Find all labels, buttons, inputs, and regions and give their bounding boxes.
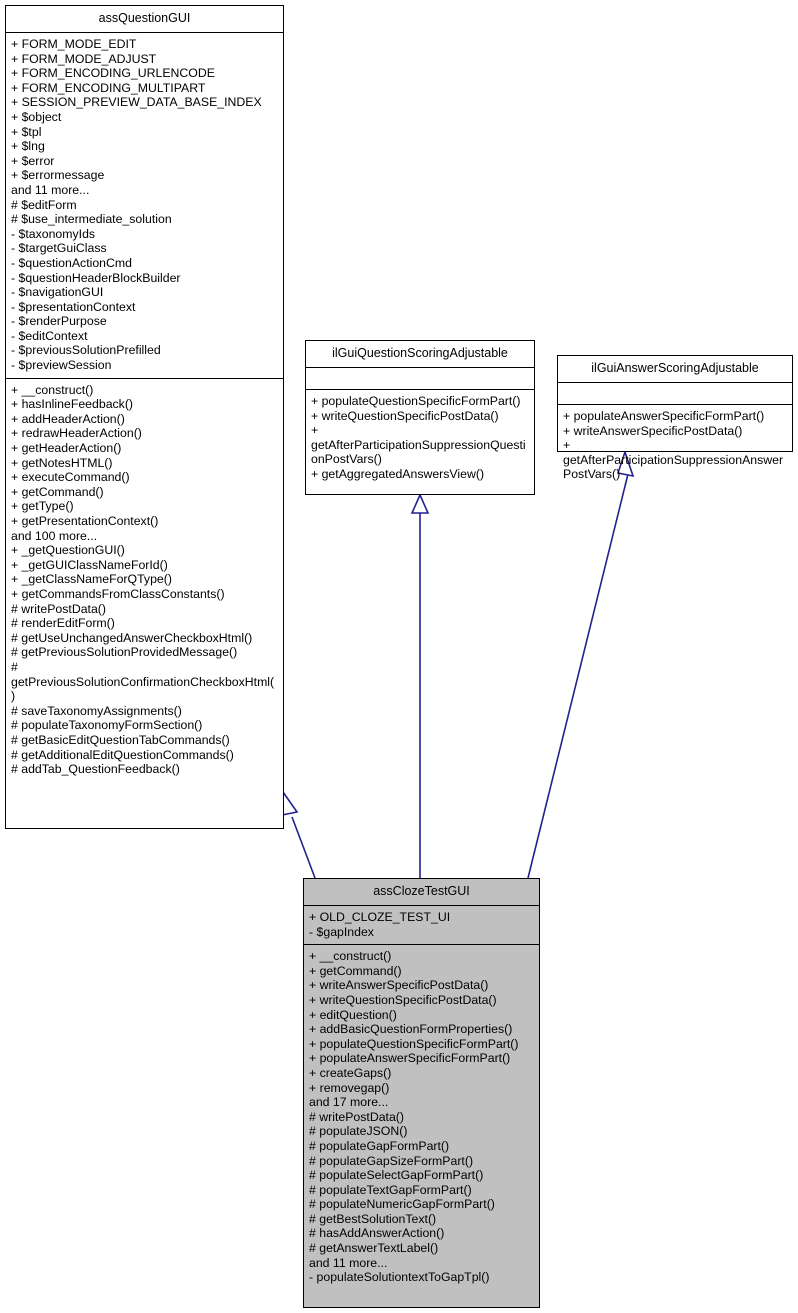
attribute-item: + FORM_MODE_ADJUST xyxy=(11,51,157,66)
attribute-item: # $editForm xyxy=(11,197,77,212)
attribute-item: # $use_intermediate_solution xyxy=(11,212,172,227)
method-item: # populateTaxonomyFormSection() xyxy=(11,718,203,733)
method-item: # hasAddAnswerAction() xyxy=(309,1226,445,1241)
edge-assclozetestgui-to-assquestiongui xyxy=(281,789,316,879)
class-box-ilguianswerscoringadjustable[interactable]: ilGuiAnswerScoringAdjustable + populateA… xyxy=(557,355,793,481)
method-item: # populateGapSizeFormPart() xyxy=(309,1153,474,1168)
class-title-assquestiongui: assQuestionGUI xyxy=(6,6,283,33)
attribute-item: - $previousSolutionPrefilled xyxy=(11,343,161,358)
method-item: + getAggregatedAnswersView() xyxy=(311,466,485,481)
attribute-item: - $gapIndex xyxy=(309,924,374,939)
attribute-item: - $taxonomyIds xyxy=(11,226,96,241)
attribute-item: - $questionHeaderBlockBuilder xyxy=(11,270,181,285)
class-title-ilguiquestionscoringadjustable: ilGuiQuestionScoringAdjustable xyxy=(306,341,534,368)
attribute-item: + OLD_CLOZE_TEST_UI xyxy=(309,910,451,924)
attribute-item: - $previewSession xyxy=(11,358,112,373)
class-title-ilguianswerscoringadjustable: ilGuiAnswerScoringAdjustable xyxy=(558,356,792,383)
attribute-item: - $navigationGUI xyxy=(11,285,104,300)
method-item: + _getClassNameForQType() xyxy=(11,572,172,587)
class-attributes-assclozetestgui: + OLD_CLOZE_TEST_UI - $gapIndex xyxy=(304,906,539,946)
attribute-item: + $errormessage xyxy=(11,168,105,183)
class-attributes-ilguiquestionscoringadjustable xyxy=(306,368,534,390)
method-item: + getPresentationContext() xyxy=(11,514,159,528)
attribute-item: + $error xyxy=(11,153,55,168)
method-item: # getAdditionalEditQuestionCommands() xyxy=(11,747,234,762)
method-item: # getBasicEditQuestionTabCommands() xyxy=(11,732,230,747)
method-item: # addTab_QuestionFeedback() xyxy=(11,762,180,777)
method-item: + writeAnswerSpecificPostData() xyxy=(309,978,489,993)
method-item: + populateAnswerSpecificFormPart() xyxy=(309,1051,511,1066)
method-item: + writeQuestionSpecificPostData() xyxy=(311,408,499,423)
method-item: # getPreviousSolutionProvidedMessage() xyxy=(11,645,238,660)
method-item: # populateGapFormPart() xyxy=(309,1138,450,1153)
class-box-assquestiongui[interactable]: assQuestionGUI + FORM_MODE_EDIT + FORM_M… xyxy=(5,5,284,829)
method-item: + getCommand() xyxy=(11,484,104,499)
class-attributes-ilguianswerscoringadjustable xyxy=(558,383,792,405)
class-methods-assclozetestgui: + __construct() + getCommand() + writeAn… xyxy=(304,945,539,1290)
method-item: + _getGUIClassNameForId() xyxy=(11,557,168,572)
attribute-item: + SESSION_PREVIEW_DATA_BASE_INDEX xyxy=(11,95,262,110)
method-item: + _getQuestionGUI() xyxy=(11,543,125,558)
method-item: and 17 more... xyxy=(309,1095,389,1110)
method-item: + addHeaderAction() xyxy=(11,411,125,426)
method-item: - populateSolutiontextToGapTpl() xyxy=(309,1270,490,1285)
method-item: + writeAnswerSpecificPostData() xyxy=(563,423,743,438)
method-item: # getPreviousSolutionConfirmationCheckbo… xyxy=(11,659,275,704)
attribute-item: - $renderPurpose xyxy=(11,314,107,329)
class-box-assclozetestgui[interactable]: assClozeTestGUI + OLD_CLOZE_TEST_UI - $g… xyxy=(303,878,540,1308)
method-item: + removegap() xyxy=(309,1080,390,1095)
attribute-item: + $tpl xyxy=(11,124,42,139)
method-item: + getCommandsFromClassConstants() xyxy=(11,586,225,601)
attribute-item: - $questionActionCmd xyxy=(11,255,132,270)
class-title-assclozetestgui: assClozeTestGUI xyxy=(304,879,539,906)
method-item: + populateQuestionSpecificFormPart() xyxy=(311,394,521,408)
method-item: + __construct() xyxy=(11,382,94,397)
attribute-item: + FORM_MODE_EDIT xyxy=(11,37,137,51)
attribute-item: + $object xyxy=(11,109,62,124)
method-item: + redrawHeaderAction() xyxy=(11,426,142,441)
method-item: + getNotesHTML() xyxy=(11,455,113,470)
method-item: # renderEditForm() xyxy=(11,616,115,631)
edge-assclozetestgui-to-ilguiquestionscoringadjustable xyxy=(410,493,430,878)
class-box-ilguiquestionscoringadjustable[interactable]: ilGuiQuestionScoringAdjustable + populat… xyxy=(305,340,535,495)
method-item: # getBestSolutionText() xyxy=(309,1211,437,1226)
attribute-item: - $targetGuiClass xyxy=(11,241,107,256)
method-item: + editQuestion() xyxy=(309,1007,397,1022)
method-item: # getAnswerTextLabel() xyxy=(309,1241,439,1256)
method-item: + createGaps() xyxy=(309,1065,392,1080)
method-item: # writePostData() xyxy=(309,1109,404,1124)
attribute-item: and 11 more... xyxy=(11,182,90,197)
method-item: # getUseUnchangedAnswerCheckboxHtml() xyxy=(11,630,253,645)
attribute-item: + FORM_ENCODING_URLENCODE xyxy=(11,66,215,81)
method-item: + getAfterParticipationSuppressionQuesti… xyxy=(311,423,526,467)
method-item: + populateAnswerSpecificFormPart() xyxy=(563,409,765,423)
method-item: + writeQuestionSpecificPostData() xyxy=(309,992,497,1007)
class-attributes-assquestiongui: + FORM_MODE_EDIT + FORM_MODE_ADJUST + FO… xyxy=(6,33,283,379)
method-item: + getType() xyxy=(11,499,74,514)
attribute-item: - $editContext xyxy=(11,328,88,343)
class-methods-ilguiquestionscoringadjustable: + populateQuestionSpecificFormPart() + w… xyxy=(306,390,534,487)
method-item: + getAfterParticipationSuppressionAnswer… xyxy=(563,438,784,482)
method-item: + executeCommand() xyxy=(11,470,130,485)
method-item: # populateSelectGapFormPart() xyxy=(309,1168,484,1183)
method-item: # populateNumericGapFormPart() xyxy=(309,1197,495,1212)
method-item: + getCommand() xyxy=(309,963,402,978)
method-item: # populateTextGapFormPart() xyxy=(309,1182,472,1197)
method-item: + addBasicQuestionFormProperties() xyxy=(309,1022,513,1037)
method-item: + __construct() xyxy=(309,949,392,964)
attribute-item: + FORM_ENCODING_MULTIPART xyxy=(11,80,206,95)
method-item: and 11 more... xyxy=(309,1255,388,1270)
class-methods-ilguianswerscoringadjustable: + populateAnswerSpecificFormPart() + wri… xyxy=(558,405,792,487)
method-item: + hasInlineFeedback() xyxy=(11,397,134,412)
attribute-item: - $presentationContext xyxy=(11,299,136,314)
attribute-item: + $lng xyxy=(11,139,45,154)
method-item: and 100 more... xyxy=(11,528,98,543)
method-item: + getHeaderAction() xyxy=(11,441,122,456)
method-item: # writePostData() xyxy=(11,601,106,616)
class-methods-assquestiongui: + __construct() + hasInlineFeedback() + … xyxy=(6,379,283,782)
method-item: # saveTaxonomyAssignments() xyxy=(11,703,182,718)
edge-assclozetestgui-to-ilguianswerscoringadjustable xyxy=(527,449,635,879)
method-item: # populateJSON() xyxy=(309,1124,408,1139)
method-item: + populateQuestionSpecificFormPart() xyxy=(309,1036,519,1051)
